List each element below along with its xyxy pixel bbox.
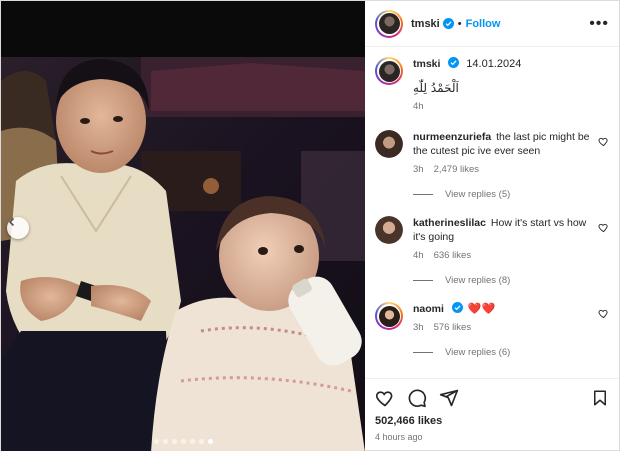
comment-item: naomi ❤️❤️ 3h 576 likes — [375, 302, 609, 333]
share-icon[interactable] — [439, 388, 459, 408]
post-username[interactable]: tmski — [411, 18, 440, 30]
comments-list: tmski 14.01.2024 اَلْحَمْدُ لِلّٰهِ 4h n… — [365, 47, 619, 378]
caption-username[interactable]: tmski — [413, 58, 440, 70]
verified-icon — [451, 302, 463, 313]
comment-age: 4h — [413, 250, 424, 261]
comment-likes[interactable]: 636 likes — [434, 250, 472, 261]
comment-username[interactable]: katherineslilac — [413, 217, 486, 229]
carousel-dot[interactable] — [189, 439, 195, 444]
view-replies-button[interactable]: View replies (5) — [413, 189, 609, 200]
avatar[interactable] — [375, 130, 403, 158]
like-comment-heart-icon[interactable] — [598, 136, 609, 147]
verified-icon — [448, 57, 460, 68]
comment-item: nurmeenzuriefa the last pic might be the… — [375, 130, 609, 175]
separator-dot: • — [457, 17, 462, 30]
comment-likes[interactable]: 576 likes — [434, 322, 472, 333]
carousel-dot[interactable] — [171, 439, 177, 444]
caption: tmski 14.01.2024 اَلْحَمْدُ لِلّٰهِ 4h — [375, 57, 609, 112]
chevron-left-icon — [8, 217, 15, 227]
carousel-dot[interactable] — [207, 439, 213, 444]
comment-age: 3h — [413, 164, 424, 175]
verified-icon — [442, 18, 454, 29]
post-actions: 502,466 likes 4 hours ago — [365, 378, 619, 451]
post-header: tmski • Follow ••• — [365, 1, 619, 47]
avatar[interactable] — [375, 302, 403, 330]
carousel-dot[interactable] — [198, 439, 204, 444]
avatar[interactable] — [375, 57, 403, 85]
view-replies-button[interactable]: View replies (6) — [413, 347, 609, 358]
comment-username[interactable]: nurmeenzuriefa — [413, 131, 491, 143]
view-replies-button[interactable]: View replies (8) — [413, 275, 609, 286]
heart-icon[interactable] — [375, 388, 395, 408]
carousel-dot[interactable] — [180, 439, 186, 444]
comment-age: 3h — [413, 322, 424, 333]
view-replies-label: View replies (5) — [445, 189, 511, 200]
post-photo[interactable] — [1, 1, 365, 451]
caption-text: اَلْحَمْدُ لِلّٰهِ — [413, 81, 459, 95]
view-replies-label: View replies (8) — [445, 275, 511, 286]
comment-username[interactable]: naomi — [413, 303, 444, 315]
like-comment-heart-icon[interactable] — [598, 222, 609, 233]
instagram-post: tmski • Follow ••• tmski 14.01.2024 اَلْ… — [0, 0, 620, 451]
carousel-dot[interactable] — [153, 439, 159, 444]
vintage-photo-of-two-children — [1, 1, 365, 451]
carousel-dots — [1, 439, 365, 444]
avatar[interactable] — [375, 9, 403, 38]
carousel-prev-button[interactable] — [7, 217, 29, 239]
post-timestamp[interactable]: 4 hours ago — [375, 432, 609, 442]
likes-count[interactable]: 502,466 likes — [375, 415, 609, 427]
comment-likes[interactable]: 2,479 likes — [434, 164, 479, 175]
like-comment-heart-icon[interactable] — [598, 308, 609, 319]
caption-age: 4h — [413, 101, 424, 112]
caption-date: 14.01.2024 — [466, 58, 522, 70]
comment-text: ❤️❤️ — [467, 303, 496, 315]
avatar[interactable] — [375, 216, 403, 244]
post-panel: tmski • Follow ••• tmski 14.01.2024 اَلْ… — [365, 1, 619, 451]
comment-item: katherineslilac How it's start vs how it… — [375, 216, 609, 261]
view-replies-label: View replies (6) — [445, 347, 511, 358]
carousel-dot[interactable] — [162, 439, 168, 444]
more-options-button[interactable]: ••• — [589, 15, 609, 33]
bookmark-icon[interactable] — [591, 388, 609, 408]
comment-icon[interactable] — [407, 388, 427, 408]
follow-button[interactable]: Follow — [466, 18, 501, 30]
